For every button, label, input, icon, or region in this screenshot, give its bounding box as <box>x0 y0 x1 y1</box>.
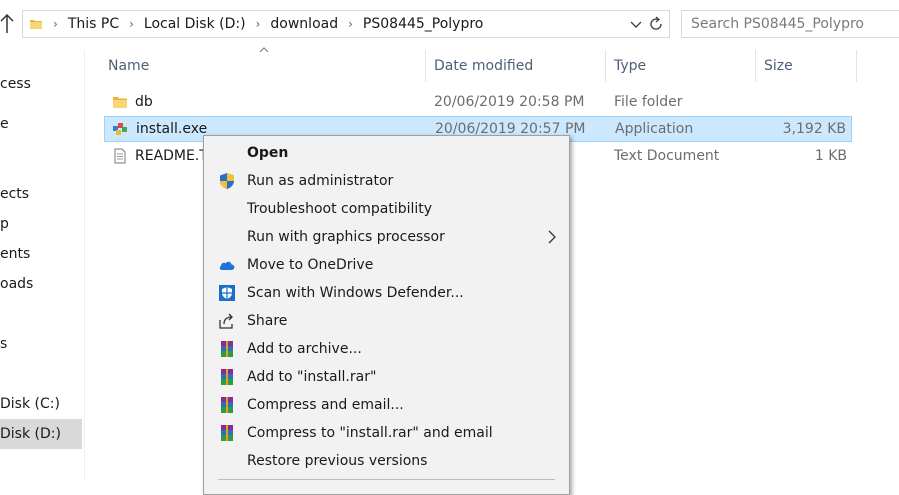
file-type: File folder <box>614 94 683 110</box>
file-type: Text Document <box>614 148 720 164</box>
menu-item-label: Troubleshoot compatibility <box>247 201 433 217</box>
breadcrumb: › This PC › Local Disk (D:) › download ›… <box>47 11 487 37</box>
chevron-down-icon[interactable] <box>629 17 643 31</box>
menu-item-restore-previous-versions[interactable]: Restore previous versions <box>206 447 567 475</box>
column-divider[interactable] <box>856 50 857 82</box>
menu-item-label: Move to OneDrive <box>247 257 374 273</box>
menu-item-label: Compress and email... <box>247 397 404 413</box>
menu-item-label: Compress to "install.rar" and email <box>247 425 493 441</box>
breadcrumb-separator[interactable]: › <box>342 17 359 31</box>
address-bar[interactable]: › This PC › Local Disk (D:) › download ›… <box>22 10 670 38</box>
winrar-icon <box>221 397 233 413</box>
menu-item-label: Share <box>247 313 288 329</box>
menu-item-label: Scan with Windows Defender... <box>247 285 464 301</box>
file-name: README.T <box>135 148 208 164</box>
chevron-right-icon <box>548 230 556 244</box>
column-divider[interactable] <box>605 50 606 82</box>
nav-item-downloads[interactable]: oads <box>0 269 82 299</box>
winrar-icon <box>221 369 233 385</box>
onedrive-cloud-icon <box>219 261 235 270</box>
nav-item-local-disk-c[interactable]: Disk (C:) <box>0 389 82 419</box>
menu-item-label: Add to archive... <box>247 341 362 357</box>
breadcrumb-separator[interactable]: › <box>250 17 267 31</box>
column-header-name[interactable]: Name <box>108 52 149 80</box>
address-row: › This PC › Local Disk (D:) › download ›… <box>0 0 899 50</box>
menu-item-troubleshoot-compatibility[interactable]: Troubleshoot compatibility <box>206 195 567 223</box>
column-header-type[interactable]: Type <box>614 52 646 80</box>
menu-item-label: Add to "install.rar" <box>247 369 377 385</box>
nav-item-videos[interactable]: s <box>0 329 82 359</box>
menu-item-label: Run with graphics processor <box>247 229 445 245</box>
share-icon <box>219 313 233 329</box>
file-row[interactable]: db 20/06/2019 20:58 PM File folder <box>104 89 852 115</box>
nav-item-desktop[interactable]: p <box>0 209 82 239</box>
defender-shield-icon <box>219 285 235 301</box>
up-arrow-icon[interactable] <box>0 12 14 36</box>
breadcrumb-separator[interactable]: › <box>123 17 140 31</box>
menu-item-compress-and-email[interactable]: Compress and email... <box>206 391 567 419</box>
menu-item-move-to-onedrive[interactable]: Move to OneDrive <box>206 251 567 279</box>
folder-icon <box>113 97 127 108</box>
file-name: install.exe <box>136 121 208 137</box>
winrar-icon <box>221 425 233 441</box>
file-size: 1 KB <box>814 148 847 164</box>
menu-item-add-to-archive[interactable]: Add to archive... <box>206 335 567 363</box>
context-menu: Open Run as administrator Troubleshoot c… <box>203 135 570 495</box>
file-size: 3,192 KB <box>782 121 846 137</box>
breadcrumb-current-folder[interactable]: PS08445_Polypro <box>359 16 487 32</box>
column-divider[interactable] <box>755 50 756 82</box>
refresh-icon[interactable] <box>647 15 665 33</box>
nav-item-local-disk-d[interactable]: Disk (D:) <box>0 419 82 449</box>
sort-ascending-icon <box>259 47 269 53</box>
column-header-size[interactable]: Size <box>764 52 793 80</box>
breadcrumb-download[interactable]: download <box>266 16 342 32</box>
menu-separator <box>218 479 555 480</box>
column-header-date-modified[interactable]: Date modified <box>434 52 533 80</box>
breadcrumb-separator[interactable]: › <box>47 17 64 31</box>
file-type: Application <box>615 121 694 137</box>
folder-icon <box>30 20 42 29</box>
menu-item-run-with-graphics-processor[interactable]: Run with graphics processor <box>206 223 567 251</box>
breadcrumb-local-disk-d[interactable]: Local Disk (D:) <box>140 16 250 32</box>
uac-shield-icon <box>220 173 234 189</box>
column-divider[interactable] <box>425 50 426 82</box>
search-input[interactable]: Search PS08445_Polypro <box>681 10 899 38</box>
menu-item-compress-to-install-rar-and-email[interactable]: Compress to "install.rar" and email <box>206 419 567 447</box>
nav-item-documents[interactable]: ents <box>0 239 82 269</box>
menu-item-label: Restore previous versions <box>247 453 428 469</box>
menu-item-run-as-administrator[interactable]: Run as administrator <box>206 167 567 195</box>
file-date-modified: 20/06/2019 20:58 PM <box>434 94 585 110</box>
menu-item-add-to-install-rar[interactable]: Add to "install.rar" <box>206 363 567 391</box>
menu-item-open[interactable]: Open <box>206 139 567 167</box>
winrar-icon <box>221 341 233 357</box>
menu-item-share[interactable]: Share <box>206 307 567 335</box>
menu-item-label: Open <box>247 145 289 161</box>
file-name: db <box>135 94 153 110</box>
installer-icon <box>113 123 127 135</box>
navigation-pane: cess e ects p ents oads s Disk (C:) Disk… <box>0 50 85 481</box>
breadcrumb-this-pc[interactable]: This PC <box>64 16 123 32</box>
nav-item-onedrive[interactable]: e <box>0 109 82 139</box>
menu-item-label: Run as administrator <box>247 173 394 189</box>
nav-item-3d-objects[interactable]: ects <box>0 179 82 209</box>
text-document-icon <box>114 148 126 164</box>
nav-item-quick-access[interactable]: cess <box>0 69 82 99</box>
menu-item-scan-with-windows-defender[interactable]: Scan with Windows Defender... <box>206 279 567 307</box>
